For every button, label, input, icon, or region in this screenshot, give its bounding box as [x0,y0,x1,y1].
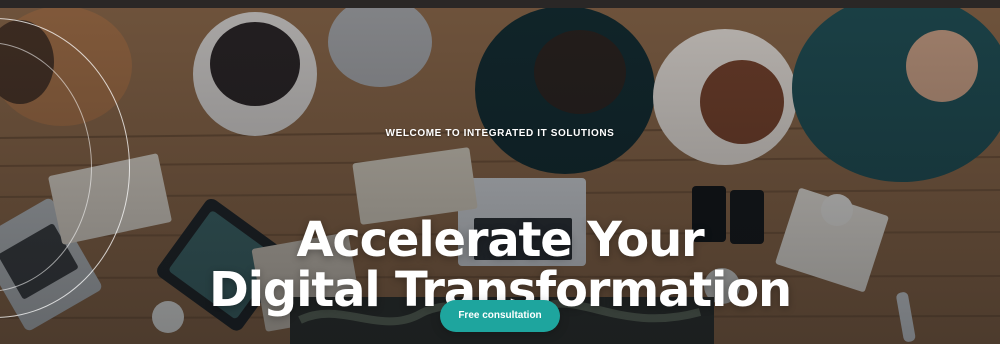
hero-section: WELCOME TO INTEGRATED IT SOLUTIONS Accel… [0,0,1000,344]
free-consultation-button[interactable]: Free consultation [440,300,560,332]
top-strip [0,0,1000,8]
hero-content: WELCOME TO INTEGRATED IT SOLUTIONS Accel… [0,0,1000,344]
hero-eyebrow: WELCOME TO INTEGRATED IT SOLUTIONS [385,128,615,139]
headline-line-1: Accelerate Your [296,212,704,269]
